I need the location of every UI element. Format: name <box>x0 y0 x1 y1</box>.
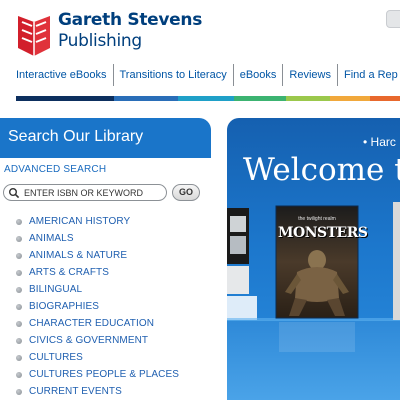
book-title: MONSTERS <box>278 225 368 241</box>
category-list: AMERICAN HISTORY ANIMALS ANIMALS & NATUR… <box>16 213 179 400</box>
brand-line-1: Gareth Stevens <box>58 10 203 30</box>
bullet-icon <box>16 354 22 361</box>
category-item[interactable]: ANIMALS <box>16 230 179 247</box>
bullet-icon <box>16 320 22 327</box>
bullet-icon <box>16 235 22 242</box>
bullet-icon <box>16 337 22 344</box>
nav-item-reviews[interactable]: Reviews <box>282 64 337 86</box>
category-item[interactable]: BILINGUAL <box>16 281 179 298</box>
banner-top-text: • Harc <box>363 135 396 149</box>
book-logo-icon[interactable] <box>14 14 54 58</box>
category-label: CURRENT EVENTS <box>29 386 122 397</box>
nav-item-transitions-to-literacy[interactable]: Transitions to Literacy <box>112 64 233 86</box>
category-label: CULTURES PEOPLE & PLACES <box>29 369 180 380</box>
search-icon <box>9 188 20 199</box>
stripe-segment <box>370 96 400 101</box>
category-label: BIOGRAPHIES <box>29 301 100 312</box>
category-item[interactable]: CIVICS & GOVERNMENT <box>16 332 179 349</box>
advanced-search-link[interactable]: ADVANCED SEARCH <box>4 164 106 175</box>
nav-item-interactive-ebooks[interactable]: Interactive eBooks <box>14 64 113 86</box>
category-label: CIVICS & GOVERNMENT <box>29 335 149 346</box>
category-label: CHARACTER EDUCATION <box>29 318 155 329</box>
search-box[interactable] <box>3 184 167 201</box>
top-corner-button[interactable] <box>386 10 400 28</box>
category-label: ANIMALS <box>29 233 74 244</box>
stripe-segment <box>286 96 330 101</box>
stripe-segment <box>234 96 286 101</box>
stripe-segment <box>178 96 234 101</box>
nav-item-ebooks[interactable]: eBooks <box>232 64 283 86</box>
category-item[interactable]: CURRENT EVENTS <box>16 383 179 400</box>
banner-welcome-text: Welcome t <box>243 152 400 188</box>
category-item[interactable]: ANIMALS & NATURE <box>16 247 179 264</box>
category-label: ARTS & CRAFTS <box>29 267 110 278</box>
brand-name[interactable]: Gareth Stevens Publishing <box>58 10 202 52</box>
bullet-icon <box>16 252 22 259</box>
book-series-label: the twilight realm <box>298 216 336 222</box>
category-item[interactable]: CULTURES <box>16 349 179 366</box>
category-item[interactable]: BIOGRAPHIES <box>16 298 179 315</box>
bullet-icon <box>16 371 22 378</box>
go-button[interactable]: GO <box>172 184 200 201</box>
category-label: AMERICAN HISTORY <box>29 216 131 227</box>
search-input[interactable] <box>24 186 164 199</box>
library-title: Search Our Library <box>8 128 144 145</box>
category-label: CULTURES <box>29 352 83 363</box>
brand-line-2: Publishing <box>58 31 142 51</box>
stripe-segment <box>16 96 114 101</box>
category-item[interactable]: ARTS & CRAFTS <box>16 264 179 281</box>
bullet-icon <box>16 269 22 276</box>
welcome-banner[interactable]: • Harc Welcome t the twilight realm MONS… <box>227 118 400 400</box>
main-nav: Interactive eBooks Transitions to Litera… <box>14 64 400 86</box>
bullet-icon <box>16 218 22 225</box>
bullet-icon <box>16 388 22 395</box>
category-label: ANIMALS & NATURE <box>29 250 128 261</box>
stripe-segment <box>330 96 370 101</box>
category-item[interactable]: CULTURES PEOPLE & PLACES <box>16 366 179 383</box>
library-panel-header: Search Our Library <box>0 118 211 158</box>
stripe-segment <box>114 96 178 101</box>
category-item[interactable]: CHARACTER EDUCATION <box>16 315 179 332</box>
bullet-icon <box>16 303 22 310</box>
category-item[interactable]: AMERICAN HISTORY <box>16 213 179 230</box>
bullet-icon <box>16 286 22 293</box>
category-label: BILINGUAL <box>29 284 83 295</box>
nav-item-find-a-rep[interactable]: Find a Rep <box>336 64 400 86</box>
